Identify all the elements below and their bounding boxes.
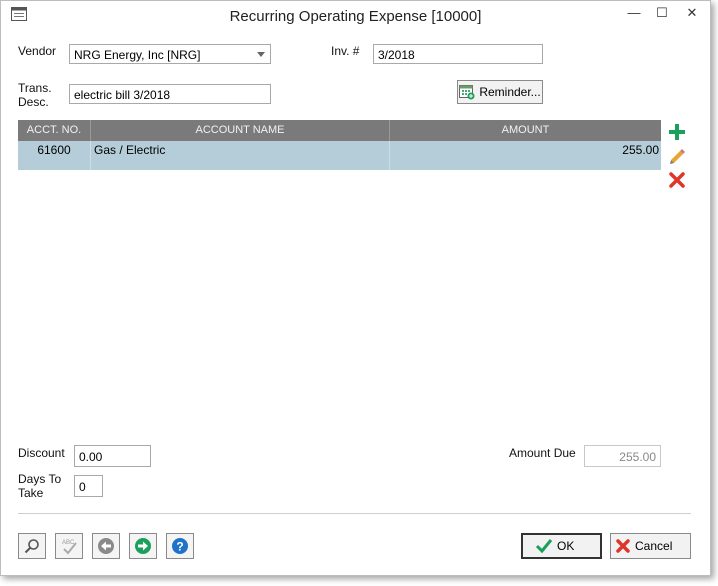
help-button[interactable]: ? — [166, 533, 194, 559]
spellcheck-button[interactable]: ABC — [55, 533, 83, 559]
trans-desc-field[interactable]: electric bill 3/2018 — [69, 84, 271, 104]
discount-field[interactable]: 0.00 — [74, 445, 151, 467]
table-row-amount[interactable]: 255.00 — [390, 141, 661, 170]
reminder-button[interactable]: Reminder... — [457, 80, 543, 104]
search-button[interactable] — [18, 533, 46, 559]
trans-desc-label: Trans. Desc. — [18, 81, 52, 109]
reminder-button-label: Reminder... — [479, 85, 541, 99]
spellcheck-icon: ABC — [62, 540, 77, 555]
title-bar: Recurring Operating Expense [10000] — ☐ … — [1, 1, 710, 31]
amount-due-label: Amount Due — [509, 446, 576, 460]
cancel-button[interactable]: Cancel — [610, 533, 691, 559]
dialog-window: Recurring Operating Expense [10000] — ☐ … — [0, 0, 711, 576]
pencil-icon[interactable] — [668, 147, 686, 165]
discount-label: Discount — [18, 446, 65, 460]
vendor-select[interactable]: NRG Energy, Inc [NRG] — [69, 44, 271, 64]
chevron-down-icon[interactable] — [257, 52, 265, 57]
ok-button-label: OK — [557, 539, 575, 553]
days-to-take-label: Days To Take — [18, 472, 61, 500]
table-row-acct-no[interactable]: 61600 — [18, 141, 91, 170]
close-button[interactable]: ✕ — [681, 5, 703, 25]
ok-button[interactable]: OK — [521, 533, 602, 559]
previous-icon — [98, 538, 114, 554]
days-to-take-label-line1: Days To — [18, 472, 62, 486]
column-header-acct-no[interactable]: ACCT. NO. — [18, 120, 91, 141]
window-title: Recurring Operating Expense [10000] — [229, 8, 482, 25]
previous-button[interactable] — [92, 533, 120, 559]
x-icon[interactable] — [668, 171, 686, 189]
plus-icon[interactable] — [668, 123, 686, 141]
minimize-button[interactable]: — — [623, 5, 645, 25]
vendor-select-value: NRG Energy, Inc [NRG] — [74, 48, 201, 62]
trans-desc-label-line1: Trans. — [18, 81, 52, 95]
days-to-take-label-line2: Take — [18, 486, 44, 500]
footer-divider — [18, 513, 691, 514]
svg-text:?: ? — [176, 540, 183, 554]
column-header-account-name[interactable]: ACCOUNT NAME — [91, 120, 390, 141]
table-row-account-name[interactable]: Gas / Electric — [91, 141, 390, 170]
column-header-amount[interactable]: AMOUNT — [390, 120, 661, 141]
days-to-take-field[interactable]: 0 — [74, 475, 103, 497]
maximize-button[interactable]: ☐ — [651, 5, 673, 25]
amount-due-field: 255.00 — [584, 445, 661, 467]
cancel-button-label: Cancel — [635, 539, 673, 553]
cancel-x-icon — [616, 539, 630, 553]
next-icon — [135, 538, 151, 554]
vendor-label: Vendor — [18, 44, 57, 58]
checkmark-icon — [535, 539, 553, 554]
calendar-icon — [459, 85, 475, 100]
trans-desc-label-line2: Desc. — [18, 95, 49, 109]
help-icon: ? — [172, 538, 188, 554]
next-button[interactable] — [129, 533, 157, 559]
search-icon — [24, 539, 39, 554]
invoice-number-field[interactable]: 3/2018 — [373, 44, 543, 64]
invoice-label: Inv. # — [331, 44, 360, 58]
